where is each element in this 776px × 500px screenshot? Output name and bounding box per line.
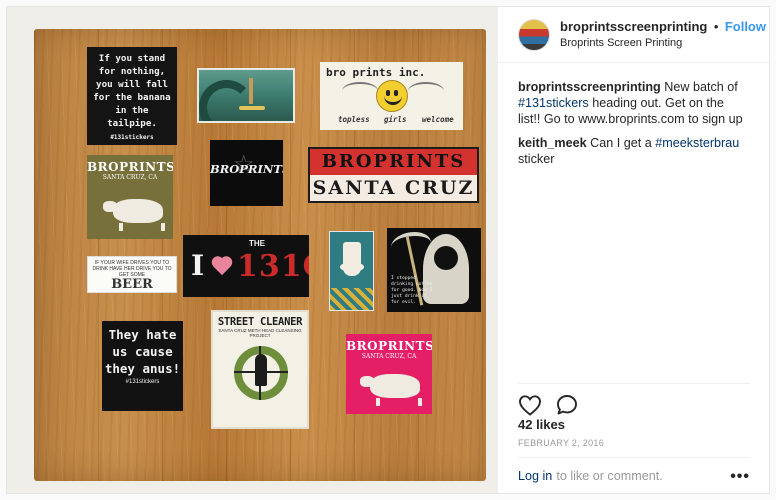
sticker-beer-small: IF YOUR WIFE DRIVES YOU TO DRINK HAVE HE… xyxy=(92,260,172,278)
post-sidebar: broprintsscreenprinting • Follow Broprin… xyxy=(497,7,769,493)
sticker-reaper-text: I stopped drinking coffee for good. Now … xyxy=(391,276,433,305)
sticker-broprints-pink: BROPRINTS SANTA CRUZ, CA xyxy=(346,334,432,414)
surfer-figure xyxy=(249,78,253,104)
header-full-name: Broprints Screen Printing xyxy=(560,37,683,49)
figure-silhouette-shape xyxy=(255,354,267,386)
avatar[interactable] xyxy=(518,18,550,51)
sticker-bro-prints-inc-word-3: welcome xyxy=(422,115,454,124)
sticker-surfer xyxy=(197,68,295,123)
sticker-bro-prints-inc: bro prints inc. topless girls welcome xyxy=(320,62,463,130)
comment-text-before: Can I get a xyxy=(590,136,652,150)
caption-comment: broprintsscreenprinting New batch of #13… xyxy=(518,79,749,127)
header-username[interactable]: broprintsscreenprinting xyxy=(560,19,707,34)
cow-icon xyxy=(103,199,165,231)
sticker-love-itch: I THE 131CH xyxy=(183,235,309,297)
speech-bubble-icon[interactable] xyxy=(556,394,578,416)
sticker-broprints-olive: BROPRINTS SANTA CRUZ, CA xyxy=(87,155,173,239)
post-footer: Log in to like or comment. ••• xyxy=(518,457,750,493)
sticker-bro-prints-inc-title: bro prints inc. xyxy=(326,66,426,79)
comment-text-after: sticker xyxy=(518,152,555,166)
sticker-santa-cruz-bottom: SANTA CRUZ xyxy=(312,177,475,199)
comment-item: keith_meek Can I get a #meeksterbrau sti… xyxy=(518,135,749,167)
pentagram-icon: ☆ xyxy=(233,151,255,178)
header-text: broprintsscreenprinting • Follow Broprin… xyxy=(560,18,766,51)
wing-left-shape xyxy=(342,82,378,100)
post-date: FEBRUARY 2, 2016 xyxy=(518,438,605,448)
sticker-love-itch-the: THE xyxy=(249,239,265,248)
sticker-street-cleaner: STREET CLEANER SANTA CRUZ METH HEAD CLEA… xyxy=(211,310,309,429)
sticker-bro-prints-inc-word-1: topless xyxy=(338,115,370,124)
sticker-toilet xyxy=(329,231,374,311)
sticker-banana-tag: #131stickers xyxy=(110,134,154,141)
comments-section: broprintsscreenprinting New batch of #13… xyxy=(498,63,769,167)
sticker-broprints-pink-title: BROPRINTS xyxy=(346,339,432,353)
sticker-santa-cruz-top: BROPRINTS xyxy=(310,149,477,175)
more-options-button[interactable]: ••• xyxy=(730,468,750,486)
sticker-love-itch-i: I xyxy=(191,249,205,282)
comment-hashtag-link[interactable]: #meeksterbrau xyxy=(655,136,739,150)
sticker-broprints-olive-title: BROPRINTS xyxy=(87,160,173,174)
sticker-banana: If you stand for nothing, you will fall … xyxy=(87,47,177,145)
sticker-they-hate-us: They hate us cause they anus! #131sticke… xyxy=(102,321,183,411)
sticker-love-itch-num: 131CH xyxy=(237,249,309,284)
follow-button[interactable]: Follow xyxy=(725,19,766,34)
sticker-street-cleaner-title: STREET CLEANER xyxy=(217,316,303,328)
post-header: broprintsscreenprinting • Follow Broprin… xyxy=(498,7,769,63)
instagram-post: If you stand for nothing, you will fall … xyxy=(6,6,770,494)
wave-shape xyxy=(199,80,254,121)
action-bar xyxy=(518,383,750,416)
reaper-face-shape xyxy=(434,246,458,270)
sticker-broprints-black: ☆ BROPRINTS xyxy=(210,140,283,206)
caption-text-before: New batch of xyxy=(664,80,738,94)
sticker-beer: IF YOUR WIFE DRIVES YOU TO DRINK HAVE HE… xyxy=(87,256,177,293)
caption-hashtag-link[interactable]: #131stickers xyxy=(518,96,589,110)
sticker-they-hate-us-tag: #131stickers xyxy=(125,379,160,385)
sticker-broprints-olive-sub: SANTA CRUZ, CA xyxy=(102,174,158,181)
heart-outline-icon[interactable] xyxy=(518,394,542,416)
sticker-street-cleaner-sub: SANTA CRUZ METH HEAD CLEANSING PROJECT xyxy=(218,328,302,338)
caption-username[interactable]: broprintsscreenprinting xyxy=(518,80,661,94)
wing-right-shape xyxy=(408,82,444,100)
surfboard-shape xyxy=(239,106,265,110)
sticker-bro-prints-inc-word-2: girls xyxy=(384,115,407,124)
toilet-icon xyxy=(340,242,364,276)
likes-count[interactable]: 42 likes xyxy=(518,417,565,432)
cow-icon xyxy=(360,374,422,406)
tile-floor-shape xyxy=(330,288,373,310)
login-link[interactable]: Log in xyxy=(518,469,552,483)
sticker-santa-cruz: BROPRINTS SANTA CRUZ xyxy=(308,147,479,203)
sticker-reaper: I stopped drinking coffee for good. Now … xyxy=(387,228,481,312)
heart-icon xyxy=(211,257,233,277)
sticker-banana-text: If you stand for nothing, you will fall … xyxy=(93,53,171,129)
sticker-they-hate-us-text: They hate us cause they anus! xyxy=(104,327,181,376)
comment-username[interactable]: keith_meek xyxy=(518,136,587,150)
smiley-face-icon xyxy=(376,80,408,112)
header-separator: • xyxy=(713,19,719,34)
sticker-beer-big: BEER xyxy=(111,277,153,292)
post-photo[interactable]: If you stand for nothing, you will fall … xyxy=(7,7,497,493)
sticker-broprints-pink-sub: SANTA CRUZ, CA xyxy=(361,353,417,360)
login-suffix: to like or comment. xyxy=(556,468,663,483)
